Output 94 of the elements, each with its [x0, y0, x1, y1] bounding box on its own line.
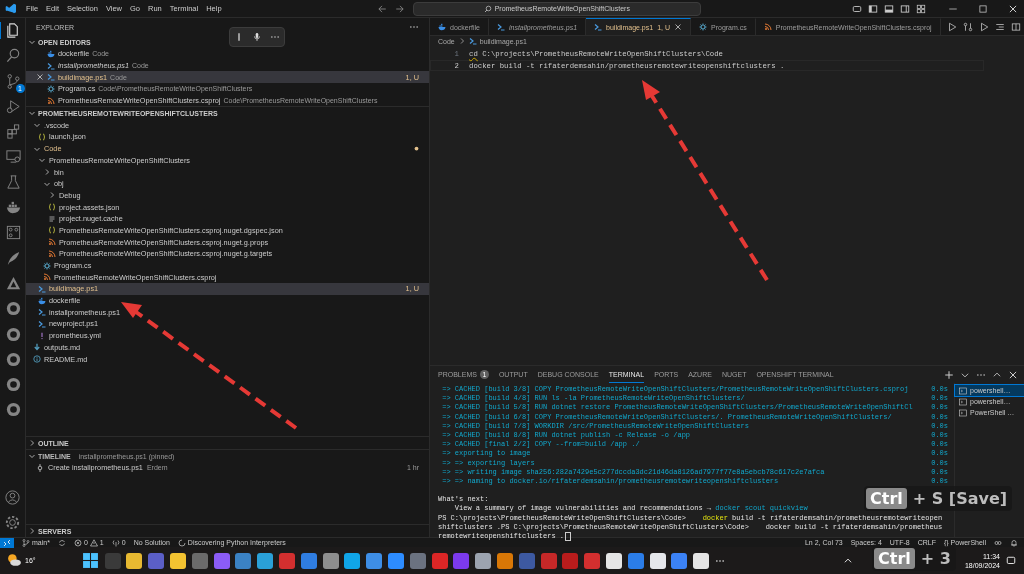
terminal-icon: [959, 386, 967, 395]
braces-icon: [48, 203, 56, 212]
monitor-icon: [4, 148, 22, 166]
prompt-icon: [38, 308, 46, 317]
down-arrow-icon: [33, 343, 41, 352]
chevron-down-icon: [28, 38, 36, 46]
microphone-icon: [252, 32, 262, 42]
code-logo-icon: [5, 3, 16, 14]
app-icon[interactable]: [126, 552, 143, 569]
remote-indicator[interactable]: [0, 537, 14, 548]
sync-icon: [57, 538, 66, 547]
whale-icon: [47, 49, 55, 58]
chevron-right-icon: [28, 527, 36, 535]
warning-icon: [89, 538, 98, 547]
bell-icon: [1010, 538, 1018, 547]
gear-icon: [43, 261, 51, 270]
app-icon[interactable]: [170, 552, 186, 569]
chevron-down-icon: [28, 452, 36, 460]
panel-layout-icon: [884, 3, 894, 14]
forward-arrow-icon: [394, 3, 405, 14]
circle-icon: [4, 401, 22, 419]
braces-icon: [38, 132, 46, 141]
close-icon: [36, 73, 44, 82]
app-icon[interactable]: [344, 552, 361, 569]
settings-icon: [4, 514, 21, 531]
split-layout-icon: [900, 3, 910, 14]
sun-cloud-icon: [6, 552, 23, 569]
back-arrow-icon: [376, 3, 387, 14]
feed-icon: [47, 96, 55, 105]
prompt-icon: [38, 284, 46, 293]
close-icon: [674, 23, 682, 31]
play-icon: [978, 21, 989, 32]
grid-layout-icon: [916, 3, 926, 14]
terminal-icon: [959, 408, 967, 417]
play-icon: [946, 21, 957, 32]
close-icon: [1008, 3, 1018, 14]
gear-icon: [699, 23, 707, 31]
search-icon: [4, 47, 22, 65]
split-editor-icon: [1010, 21, 1021, 32]
feed-icon: [48, 238, 56, 247]
prompt-icon: [594, 23, 603, 31]
flask-icon: [4, 173, 22, 191]
circle-icon: [4, 350, 22, 368]
error-icon: [73, 538, 82, 547]
prompt-icon: [468, 37, 477, 45]
run-debug-icon: [4, 97, 22, 115]
remote-icon: [3, 538, 11, 547]
braces-icon: [48, 226, 56, 235]
whale-icon: [438, 23, 446, 31]
prompt-icon: [38, 319, 46, 328]
feed-icon: [48, 249, 56, 258]
board-icon: [4, 224, 22, 242]
gear-icon: [47, 84, 55, 93]
circle-icon: [4, 325, 22, 343]
whale-icon: [38, 296, 46, 305]
account-icon: [4, 489, 21, 506]
app-icon[interactable]: [257, 552, 274, 569]
circle-icon: [4, 376, 22, 394]
compare-icon: [962, 21, 973, 32]
plus-icon: [944, 369, 954, 380]
sidebar-layout-icon: [868, 3, 878, 14]
spinner-icon: [177, 538, 186, 547]
circle-icon: [4, 300, 22, 318]
search-icon: [483, 4, 492, 13]
branch-icon: [22, 538, 30, 547]
chevron-right-icon: [48, 191, 56, 200]
four-squares-icon: [81, 552, 99, 569]
chevron-right-icon: [28, 439, 36, 447]
app-icon[interactable]: [649, 552, 666, 569]
modified-dot-icon: [414, 146, 419, 152]
source-control-icon: [4, 72, 22, 90]
chevron-right-icon: [43, 168, 51, 177]
prompt-icon: [47, 61, 55, 70]
app-icon[interactable]: [475, 552, 492, 569]
prompt-icon: [47, 73, 55, 82]
commit-icon: [36, 463, 44, 472]
lines-icon: [48, 214, 56, 223]
close-icon: [1008, 369, 1018, 380]
antenna-icon: [111, 538, 120, 547]
app-icon[interactable]: [693, 552, 710, 569]
keystroke-overlay: Ctrl + 3: [872, 546, 956, 571]
keystroke-overlay: Ctrl + S [Save]: [864, 486, 1013, 511]
info-icon: [33, 355, 41, 364]
exclamation-icon: [38, 331, 46, 340]
extensions-icon: [4, 123, 22, 141]
terminal-icon: [959, 397, 967, 406]
app-icon[interactable]: [605, 552, 622, 569]
feed-icon: [763, 23, 772, 31]
triangle-icon: [4, 274, 22, 292]
list-icon: [994, 21, 1005, 32]
prompt-icon: [496, 23, 505, 31]
maximize-icon: [978, 3, 988, 14]
feed-icon: [43, 273, 51, 282]
notification-icon: [1006, 555, 1016, 566]
